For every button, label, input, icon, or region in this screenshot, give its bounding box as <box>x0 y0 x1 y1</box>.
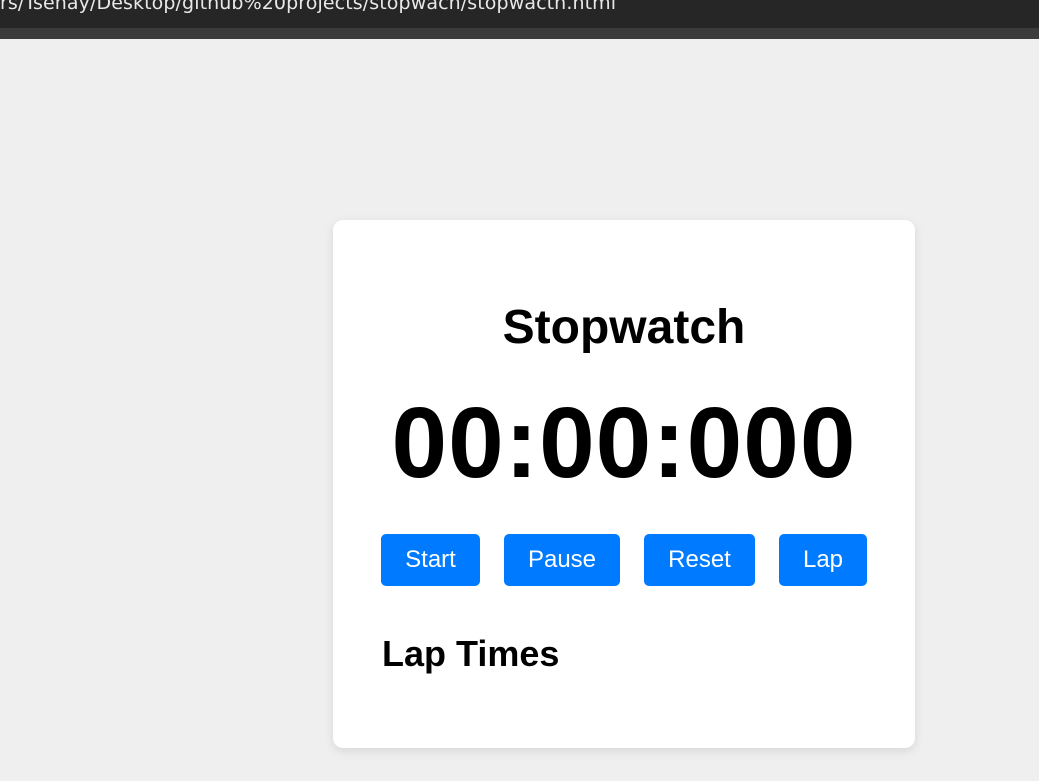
address-bar-url[interactable]: rs/Tsehay/Desktop/github%20projects/stop… <box>0 0 616 14</box>
browser-toolbar-strip <box>0 28 1039 39</box>
browser-title-bar: rs/Tsehay/Desktop/github%20projects/stop… <box>0 0 1039 28</box>
app-title: Stopwatch <box>502 301 746 354</box>
start-button[interactable]: Start <box>381 534 480 586</box>
lap-button[interactable]: Lap <box>779 534 867 586</box>
pause-button[interactable]: Pause <box>504 534 620 586</box>
stopwatch-card: Stopwatch 00:00:000 Start Pause Reset La… <box>333 220 915 748</box>
reset-button[interactable]: Reset <box>644 534 755 586</box>
time-display: 00:00:000 <box>391 387 857 499</box>
lap-times-heading: Lap Times <box>382 633 560 674</box>
